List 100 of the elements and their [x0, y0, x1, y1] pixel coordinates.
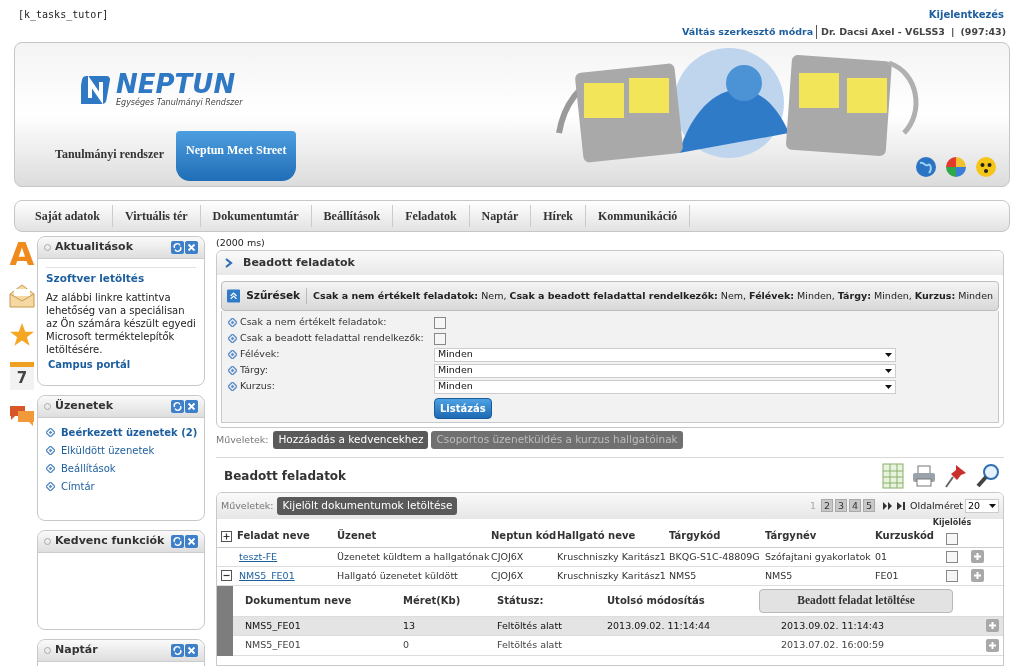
page-link[interactable]: 4 — [849, 499, 861, 513]
campus-link[interactable]: Campus portál — [48, 358, 196, 371]
bullet-icon — [46, 446, 55, 455]
close-icon[interactable] — [185, 535, 198, 548]
add-icon[interactable] — [971, 550, 984, 564]
bullet-icon — [46, 464, 55, 473]
checkbox[interactable] — [434, 332, 446, 345]
collapse-filter-icon[interactable] — [227, 287, 241, 305]
action-button[interactable]: Hozzáadás a kedvencekhez — [273, 431, 429, 449]
edit-mode-link[interactable]: Váltás szerkesztő módra — [681, 25, 818, 40]
header-tab[interactable]: Tanulmányi rendszer — [43, 135, 177, 163]
filter-label: Csak a nem értékelt feladatok: — [240, 315, 387, 330]
close-icon[interactable] — [185, 400, 198, 413]
table-cell-text: 0 — [403, 638, 411, 653]
column-header: Kijelölés — [932, 516, 972, 529]
close-icon[interactable] — [185, 644, 198, 657]
menu-item[interactable]: Beállítások — [311, 205, 394, 227]
menu-item[interactable]: Hírek — [531, 205, 587, 227]
column-header[interactable]: Tárgynév — [765, 527, 875, 545]
task-link[interactable]: teszt-FE — [237, 549, 337, 564]
filter-label: Tárgy: — [240, 363, 268, 378]
bullet-icon — [228, 366, 237, 375]
list-button[interactable]: Listázás — [434, 398, 492, 419]
page-code: [k_tasks_tutor] — [18, 8, 109, 23]
page-link[interactable]: 5 — [863, 499, 875, 513]
checkbox[interactable] — [946, 569, 958, 582]
menu-item[interactable]: Naptár — [469, 205, 532, 227]
document-row[interactable]: NMS5_FE01 13 Feltöltés alatt 2013.09.02. 11:14:44 2013.09.02. 11:14:43 — [233, 615, 1003, 636]
actions-label: Műveletek: — [216, 432, 269, 447]
envelope-icon[interactable] — [9, 284, 35, 308]
calendar-icon[interactable]: 7 — [10, 362, 34, 390]
column-header[interactable]: Kurzuskód — [875, 527, 933, 545]
column-header[interactable]: Tárgykód — [669, 527, 765, 545]
add-icon[interactable] — [986, 619, 999, 633]
dropdown-icon — [989, 503, 996, 508]
sidebar-link[interactable]: Címtár — [61, 479, 95, 494]
pushpin-icon[interactable] — [944, 462, 968, 489]
search-icon[interactable] — [976, 462, 1000, 489]
table-cell-text: BKQG-S1C-48809G — [669, 549, 761, 564]
bullet-icon — [46, 482, 55, 491]
chevron-icon[interactable] — [225, 258, 233, 268]
menu-item[interactable]: Virtuális tér — [113, 205, 201, 227]
table-cell-text: CJOJ6X — [491, 568, 525, 583]
last-page-icon[interactable] — [897, 501, 905, 510]
dropdown-icon — [885, 384, 892, 389]
page-size-select[interactable]: 20 — [965, 498, 999, 513]
refresh-icon[interactable] — [171, 400, 184, 413]
filter-summary: Csak a nem értékelt feladatok: Nem, Csak a beadott feladattal rendelkezők: Nem, Félévek: Minden, Tárgy: Minden, Kurzus: Minden — [313, 288, 993, 303]
column-header[interactable]: Neptun kód — [491, 527, 557, 545]
column-header: Méret(Kb) — [403, 594, 462, 609]
printer-icon[interactable] — [912, 463, 936, 488]
logo-subtitle: Egységes Tanulmányi Rendszer — [116, 97, 243, 109]
refresh-icon[interactable] — [171, 241, 184, 254]
globe-icon[interactable] — [915, 156, 937, 178]
menu-item[interactable]: Saját adatok — [23, 205, 113, 227]
filter-label: Csak a beadott feladattal rendelkezők: — [240, 331, 424, 346]
news-heading[interactable]: Szoftver letöltés — [46, 267, 196, 285]
sidebar-link[interactable]: Elküldött üzenetek — [61, 443, 155, 458]
select-field[interactable]: Minden — [434, 363, 896, 378]
column-header[interactable]: Feladat neve — [237, 527, 337, 545]
menu-item[interactable]: Kommunikáció — [586, 205, 691, 227]
page-link[interactable]: 2 — [821, 499, 833, 513]
menu-item[interactable]: Dokumentumtár — [200, 205, 312, 227]
color-wheel-icon[interactable] — [945, 156, 967, 178]
select-field[interactable]: Minden — [434, 379, 896, 394]
next-icon[interactable] — [883, 501, 893, 510]
bullet-icon — [228, 350, 237, 359]
checkbox[interactable] — [434, 316, 446, 329]
sidebar-link[interactable]: Beállítások — [61, 461, 116, 476]
select-field[interactable]: Minden — [434, 347, 896, 362]
checkbox[interactable] — [946, 550, 958, 563]
logout-link[interactable]: Kijelentkezés — [928, 7, 1004, 22]
add-icon[interactable] — [971, 569, 984, 583]
download-selected-button[interactable]: Kijelölt dokumentumok letöltése — [277, 496, 458, 515]
table-cell-text: Szófajtani gyakorlatok — [765, 549, 872, 564]
download-task-button[interactable]: Beadott feladat letöltése — [759, 588, 953, 613]
column-header[interactable]: Üzenet — [337, 527, 491, 545]
filters-label[interactable]: Szűrések — [246, 288, 307, 304]
page-link[interactable]: 3 — [835, 499, 847, 513]
task-link[interactable]: NMS5_FE01 — [237, 568, 337, 583]
add-icon[interactable] — [986, 638, 999, 652]
expand-icon[interactable] — [221, 530, 232, 542]
refresh-icon[interactable] — [171, 535, 184, 548]
checkbox[interactable] — [946, 532, 958, 545]
table-cell: Üzenetet küldtem a hallgatónak — [337, 549, 491, 564]
column-header: Utolsó módosítás — [607, 594, 706, 609]
column-header[interactable]: Hallgató neve — [557, 527, 669, 545]
table-cell-text: NMS5_FE01 — [244, 638, 302, 653]
sidebar-link[interactable]: Beérkezett üzenetek (2) — [61, 425, 198, 440]
panel-title: Kedvenc funkciók — [55, 533, 165, 550]
close-icon[interactable] — [185, 241, 198, 254]
collapse-icon[interactable] — [221, 570, 232, 582]
header-tab[interactable]: Neptun Meet Street — [176, 131, 297, 181]
table-cell-text: 2013.09.02. 11:14:44 — [607, 618, 712, 633]
star-icon[interactable] — [9, 322, 35, 348]
bullet-icon — [228, 382, 237, 391]
menu-item[interactable]: Feladatok — [393, 205, 470, 227]
table-cell-text: 01 — [875, 549, 889, 564]
chat-icon[interactable] — [9, 404, 35, 428]
refresh-icon[interactable] — [171, 644, 184, 657]
